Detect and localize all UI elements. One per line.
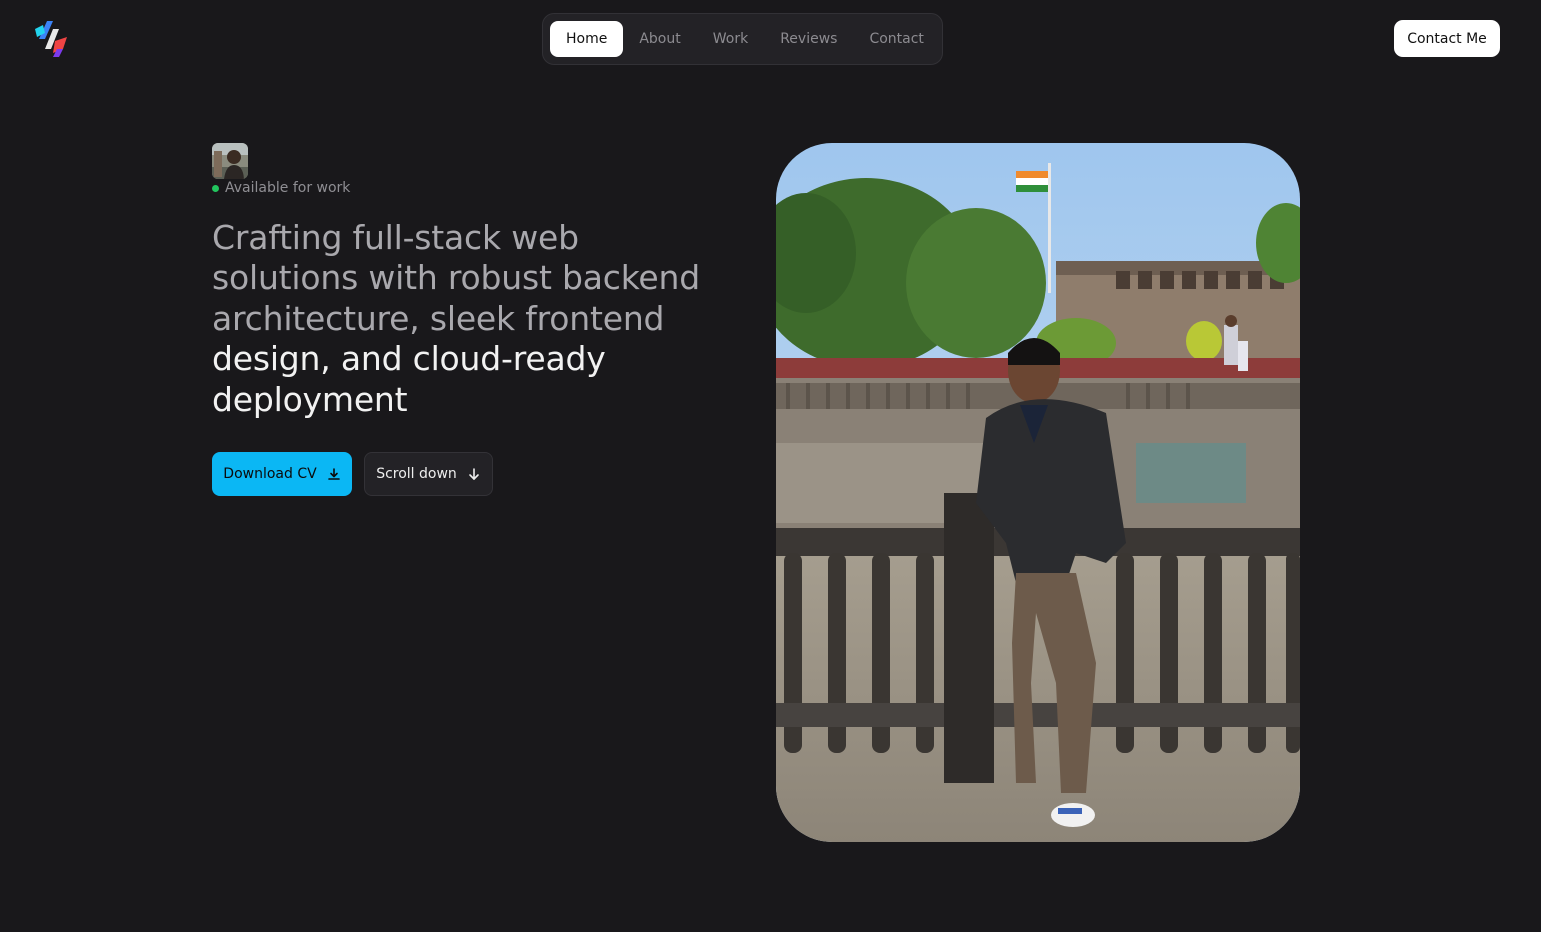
scroll-down-label: Scroll down bbox=[376, 466, 457, 482]
nav-item-reviews[interactable]: Reviews bbox=[764, 21, 853, 57]
contact-me-button[interactable]: Contact Me bbox=[1394, 20, 1500, 57]
status-dot-icon bbox=[212, 184, 219, 192]
download-icon bbox=[327, 467, 341, 481]
profile-photo bbox=[776, 143, 1300, 842]
page: Home About Work Reviews Contact Contact … bbox=[0, 0, 1541, 932]
download-cv-label: Download CV bbox=[223, 466, 317, 482]
arrow-down-icon bbox=[467, 467, 481, 481]
headline-bright-text: design, and cloud-ready deployment bbox=[212, 339, 606, 419]
nav-item-about[interactable]: About bbox=[623, 21, 696, 57]
availability-status: Available for work bbox=[212, 179, 350, 197]
status-label: Available for work bbox=[225, 180, 351, 196]
nav-item-work[interactable]: Work bbox=[697, 21, 764, 57]
headline-dim-text: Crafting full-stack web solutions with r… bbox=[212, 218, 700, 338]
nav-item-contact[interactable]: Contact bbox=[853, 21, 939, 57]
hero-headline: Crafting full-stack web solutions with r… bbox=[212, 218, 732, 420]
main-nav: Home About Work Reviews Contact bbox=[542, 13, 943, 65]
avatar bbox=[212, 143, 248, 179]
download-cv-button[interactable]: Download CV bbox=[212, 452, 352, 496]
brand-logo-icon[interactable] bbox=[33, 19, 71, 59]
nav-item-home[interactable]: Home bbox=[550, 21, 624, 57]
scroll-down-button[interactable]: Scroll down bbox=[364, 452, 493, 496]
